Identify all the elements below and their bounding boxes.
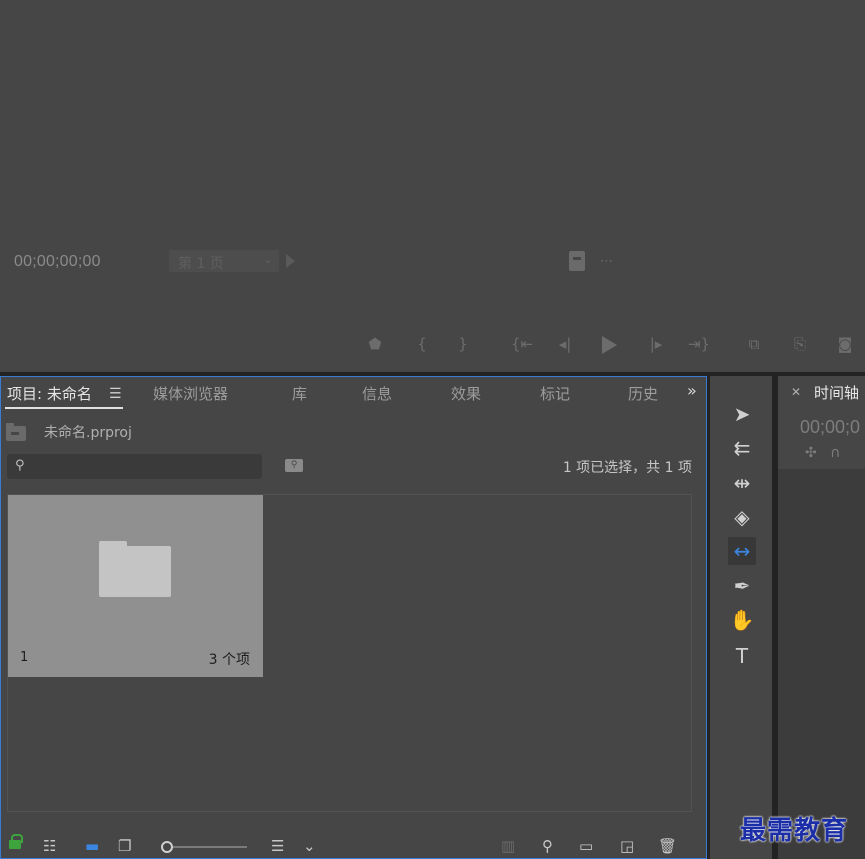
search-input[interactable]: ⚲ bbox=[7, 454, 262, 479]
timeline-timecode[interactable]: 00;00;0 bbox=[800, 417, 860, 438]
zoom-slider-handle[interactable] bbox=[161, 841, 173, 853]
tab-project[interactable]: 项目: 未命名 bbox=[7, 383, 92, 404]
find-icon[interactable]: ⚲ bbox=[285, 459, 303, 472]
zoom-slider-track[interactable] bbox=[173, 846, 247, 848]
timeline-title[interactable]: 时间轴 bbox=[814, 382, 859, 403]
project-file-icon bbox=[6, 423, 26, 441]
bin-item-count: 3 个项 bbox=[208, 652, 250, 668]
chevron-down-icon[interactable]: ⌄ bbox=[303, 837, 316, 855]
close-icon[interactable]: ✕ bbox=[791, 385, 801, 399]
tools-panel: ➤ ⇇ ⇹ ◈ ↔ ✒ ✋ T bbox=[710, 376, 772, 859]
slip-icon[interactable]: ↔ bbox=[728, 537, 756, 565]
go-to-out-icon[interactable]: ⇥} bbox=[687, 333, 711, 355]
tab-effects[interactable]: 效果 bbox=[451, 383, 481, 404]
timeline-panel: ✕ 时间轴 00;00;0 ✣ ∩ bbox=[778, 376, 865, 859]
page-dropdown[interactable]: 第 1 页 ⌄ bbox=[169, 250, 279, 272]
track-select-icon[interactable]: ⇇ bbox=[728, 434, 756, 462]
sort-icon[interactable]: ☰ bbox=[271, 837, 284, 855]
project-file-name: 未命名.prproj bbox=[44, 425, 132, 441]
step-back-icon[interactable]: ◂| bbox=[554, 333, 576, 355]
go-to-in-icon[interactable]: {⇤ bbox=[510, 333, 534, 355]
razor-icon[interactable]: ◈ bbox=[728, 503, 756, 531]
panel-menu-icon[interactable]: ☰ bbox=[109, 386, 122, 402]
tab-info[interactable]: 信息 bbox=[362, 383, 392, 404]
tab-library[interactable]: 库 bbox=[292, 383, 307, 404]
new-item-icon[interactable]: ◲ bbox=[620, 837, 634, 855]
add-marker-icon[interactable]: ⬟ bbox=[366, 333, 384, 355]
icon-view-icon[interactable]: ▬ bbox=[85, 837, 99, 855]
more-tabs-icon[interactable]: » bbox=[687, 381, 697, 400]
ripple-edit-icon[interactable]: ⇹ bbox=[728, 469, 756, 497]
type-icon[interactable]: T bbox=[728, 642, 756, 670]
mark-out-icon[interactable]: } bbox=[455, 333, 471, 355]
mark-in-icon[interactable]: { bbox=[414, 333, 430, 355]
search-icon: ⚲ bbox=[15, 458, 25, 473]
new-bin-icon[interactable]: ▭ bbox=[579, 837, 593, 855]
active-tab-indicator bbox=[5, 407, 123, 409]
export-frame-icon[interactable] bbox=[569, 251, 585, 271]
list-view-icon[interactable]: ☷ bbox=[43, 837, 56, 855]
play-icon[interactable] bbox=[286, 254, 295, 268]
project-panel: 项目: 未命名 ☰ 媒体浏览器 库 信息 效果 标记 历史 » 未命名.prpr… bbox=[0, 376, 707, 859]
folder-icon bbox=[99, 541, 171, 597]
automate-to-sequence-icon[interactable]: ▥ bbox=[501, 837, 515, 855]
bin-item[interactable]: 1 3 个项 bbox=[8, 495, 263, 677]
tab-markers[interactable]: 标记 bbox=[540, 383, 570, 404]
freeform-view-icon[interactable]: ❐ bbox=[118, 837, 131, 855]
panel-tabs: 项目: 未命名 ☰ 媒体浏览器 库 信息 效果 标记 历史 » bbox=[1, 377, 706, 411]
bin-name: 1 bbox=[20, 650, 29, 665]
selection-status: 1 项已选择，共 1 项 bbox=[562, 460, 692, 476]
waveform-icon[interactable]: ⋯ bbox=[600, 254, 613, 269]
hand-icon[interactable]: ✋ bbox=[728, 606, 756, 634]
pen-icon[interactable]: ✒ bbox=[728, 572, 756, 600]
program-monitor: 00;00;00;00 第 1 页 ⌄ ⋯ ⬟ { } {⇤ ◂| |▸ ⇥} … bbox=[0, 0, 865, 372]
play-stop-icon[interactable] bbox=[602, 336, 617, 354]
trash-icon[interactable]: 🗑 bbox=[658, 837, 677, 855]
lock-icon[interactable] bbox=[9, 834, 23, 849]
project-items-grid: 1 3 个项 bbox=[7, 494, 692, 812]
tab-history[interactable]: 历史 bbox=[628, 383, 658, 404]
camera-icon[interactable]: ◙ bbox=[834, 333, 856, 355]
insert-icon[interactable]: ⧉ bbox=[740, 333, 768, 355]
step-forward-icon[interactable]: |▸ bbox=[645, 333, 667, 355]
arrow-cursor-icon[interactable]: ➤ bbox=[728, 400, 756, 428]
find-icon[interactable]: ⚲ bbox=[542, 837, 553, 855]
page-dropdown-value: 第 1 页 bbox=[178, 256, 224, 272]
overwrite-icon[interactable]: ⎘ bbox=[786, 333, 814, 355]
playhead-timecode[interactable]: 00;00;00;00 bbox=[14, 253, 101, 271]
tab-media-browser[interactable]: 媒体浏览器 bbox=[153, 383, 228, 404]
chevron-down-icon: ⌄ bbox=[262, 252, 273, 266]
snap-icon[interactable]: ✣ ∩ bbox=[805, 445, 840, 461]
timeline-tracks[interactable] bbox=[778, 469, 865, 859]
watermark: 最需教育 bbox=[740, 816, 849, 846]
